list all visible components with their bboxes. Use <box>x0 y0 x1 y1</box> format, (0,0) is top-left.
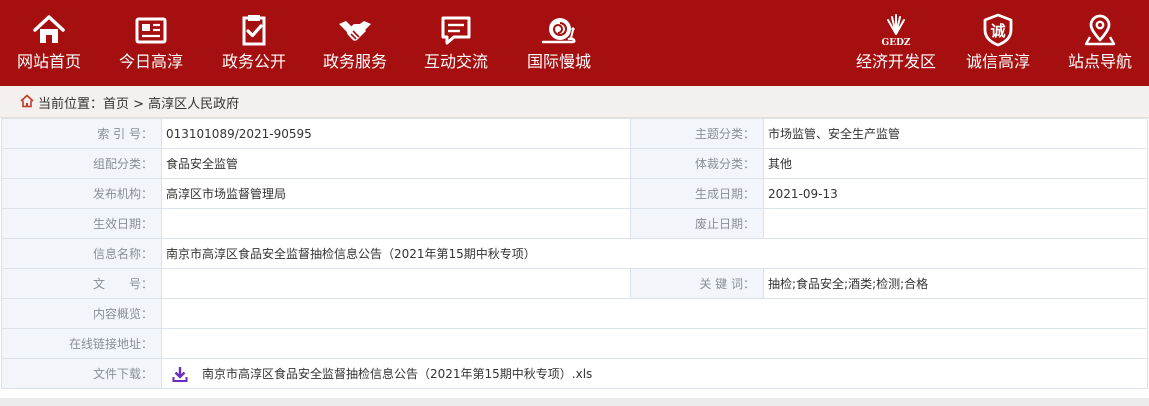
index-value: 013101089/2021-90595 <box>161 118 631 149</box>
summary-value <box>161 298 1148 329</box>
nav-item-integrity[interactable]: 诚 诚信高淳 <box>955 0 1041 86</box>
info-title-value: 南京市高淳区食品安全监督抽检信息公告（2021年第15期中秋专项） <box>161 238 1148 269</box>
document-metadata-table: 索 引 号： 013101089/2021-90595 主题分类： 市场监管、安… <box>1 118 1148 389</box>
nav-label: 诚信高淳 <box>965 52 1030 71</box>
gedz-logo-icon: GEDZ <box>878 12 914 48</box>
online-link-label: 在线链接地址： <box>1 328 162 359</box>
table-row: 文 号： 关 键 词： 抽检;食品安全;酒类;检测;合格 <box>1 268 1148 299</box>
chat-icon <box>438 12 474 48</box>
download-file-link[interactable]: 南京市高淳区食品安全监督抽检信息公告（2021年第15期中秋专项）.xls <box>202 367 592 381</box>
nav-label: 网站首页 <box>16 52 81 71</box>
table-row: 索 引 号： 013101089/2021-90595 主题分类： 市场监管、安… <box>1 118 1148 149</box>
nav-label: 站点导航 <box>1067 52 1132 71</box>
newspaper-icon <box>133 12 169 48</box>
keywords-label: 关 键 词： <box>630 268 764 299</box>
nav-label: 互动交流 <box>423 52 488 71</box>
table-row: 组配分类： 食品安全监管 体裁分类： 其他 <box>1 148 1148 179</box>
nav-item-econ-zone[interactable]: GEDZ 经济开发区 <box>845 0 947 86</box>
abolish-date-value <box>763 208 1148 239</box>
table-row: 在线链接地址： <box>1 328 1148 359</box>
keywords-value: 抽检;食品安全;酒类;检测;合格 <box>763 268 1148 299</box>
org-category-label: 组配分类： <box>1 148 162 179</box>
nav-label: 国际慢城 <box>526 52 591 71</box>
home-icon <box>31 12 67 48</box>
nav-label: 政务公开 <box>221 52 286 71</box>
location-pin-icon <box>1082 12 1118 48</box>
theme-label: 主题分类： <box>630 118 764 149</box>
handshake-icon <box>337 12 373 48</box>
nav-item-today[interactable]: 今日高淳 <box>103 0 199 86</box>
summary-label: 内容概览： <box>1 298 162 329</box>
breadcrumb: 当前位置：首页 > 高淳区人民政府 <box>0 86 1149 118</box>
file-download-cell: 南京市高淳区食品安全监督抽检信息公告（2021年第15期中秋专项）.xls <box>161 358 1148 389</box>
index-label: 索 引 号： <box>1 118 162 149</box>
nav-label: 政务服务 <box>322 52 387 71</box>
genre-value: 其他 <box>763 148 1148 179</box>
doc-number-label: 文 号： <box>1 268 162 299</box>
top-navigation-bar: 网站首页 今日高淳 政务公开 政务服务 互动交流 国际慢城 GEDZ 经济开发区… <box>0 0 1149 86</box>
date-value: 2021-09-13 <box>763 178 1148 209</box>
nav-item-slow-city[interactable]: 国际慢城 <box>511 0 607 86</box>
info-title-label: 信息名称： <box>1 238 162 269</box>
nav-item-gov-services[interactable]: 政务服务 <box>307 0 403 86</box>
abolish-date-label: 废止日期： <box>630 208 764 239</box>
table-row: 生效日期： 废止日期： <box>1 208 1148 239</box>
integrity-badge-icon: 诚 <box>980 12 1016 48</box>
nav-item-interaction[interactable]: 互动交流 <box>408 0 504 86</box>
breadcrumb-text: 当前位置：首页 > 高淳区人民政府 <box>38 97 240 112</box>
table-row: 内容概览： <box>1 298 1148 329</box>
issuer-value: 高淳区市场监督管理局 <box>161 178 631 209</box>
file-download-label: 文件下载： <box>1 358 162 389</box>
org-category-value: 食品安全监管 <box>161 148 631 179</box>
nav-item-site-map[interactable]: 站点导航 <box>1057 0 1143 86</box>
integrity-badge-text: 诚 <box>990 22 1005 40</box>
effective-date-label: 生效日期： <box>1 208 162 239</box>
table-row: 文件下载： 南京市高淳区食品安全监督抽检信息公告（2021年第15期中秋专项）.… <box>1 358 1148 389</box>
nav-item-gov-affairs[interactable]: 政务公开 <box>206 0 302 86</box>
table-row: 发布机构： 高淳区市场监督管理局 生成日期： 2021-09-13 <box>1 178 1148 209</box>
doc-number-value <box>161 268 631 299</box>
nav-item-home[interactable]: 网站首页 <box>0 0 98 86</box>
page-bottom-divider <box>0 398 1149 406</box>
issuer-label: 发布机构： <box>1 178 162 209</box>
breadcrumb-home-icon <box>20 94 34 108</box>
table-row: 信息名称： 南京市高淳区食品安全监督抽检信息公告（2021年第15期中秋专项） <box>1 238 1148 269</box>
genre-label: 体裁分类： <box>630 148 764 179</box>
download-icon[interactable] <box>172 366 188 383</box>
nav-label: 经济开发区 <box>855 52 936 71</box>
snail-icon <box>541 12 577 48</box>
nav-label: 今日高淳 <box>118 52 183 71</box>
effective-date-value <box>161 208 631 239</box>
date-label: 生成日期： <box>630 178 764 209</box>
gedz-logo-text: GEDZ <box>882 38 911 48</box>
theme-value: 市场监管、安全生产监管 <box>763 118 1148 149</box>
online-link-value <box>161 328 1148 359</box>
checklist-icon <box>236 12 272 48</box>
